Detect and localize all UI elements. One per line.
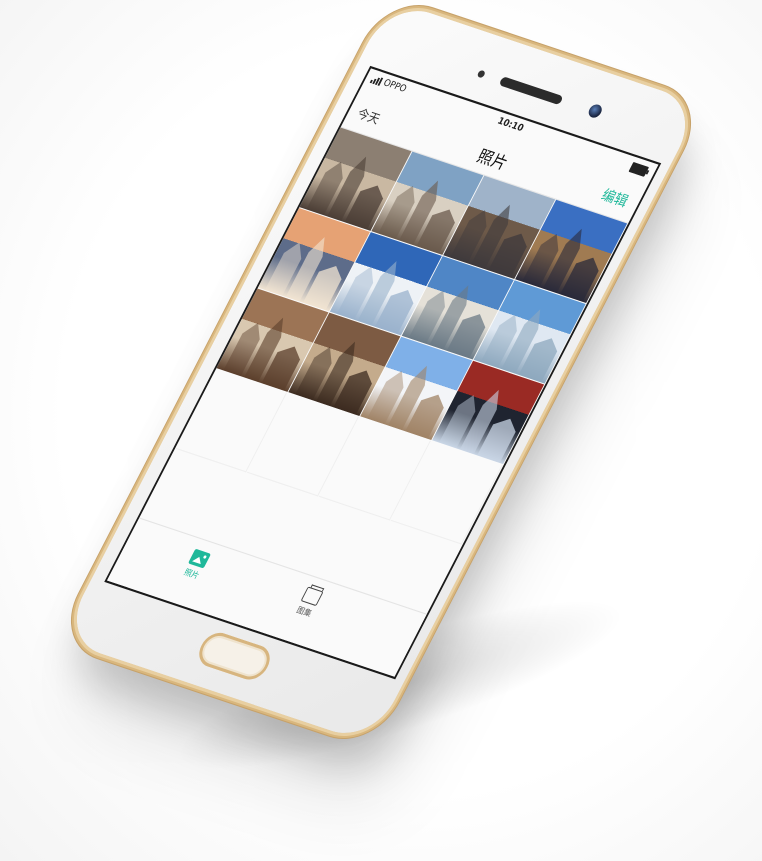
photo-icon xyxy=(187,548,212,569)
tab-photos[interactable]: 照片 xyxy=(154,540,238,591)
product-render-stage: OPPO 10:10 今天 照片 编辑 照片 图集 xyxy=(0,0,762,861)
album-icon xyxy=(300,586,324,607)
front-camera xyxy=(586,102,605,120)
earpiece-speaker xyxy=(498,76,564,106)
tab-albums[interactable]: 图集 xyxy=(267,577,351,628)
home-button[interactable] xyxy=(193,628,276,684)
proximity-sensor xyxy=(476,69,487,79)
phone-screen: OPPO 10:10 今天 照片 编辑 照片 图集 xyxy=(104,65,662,680)
